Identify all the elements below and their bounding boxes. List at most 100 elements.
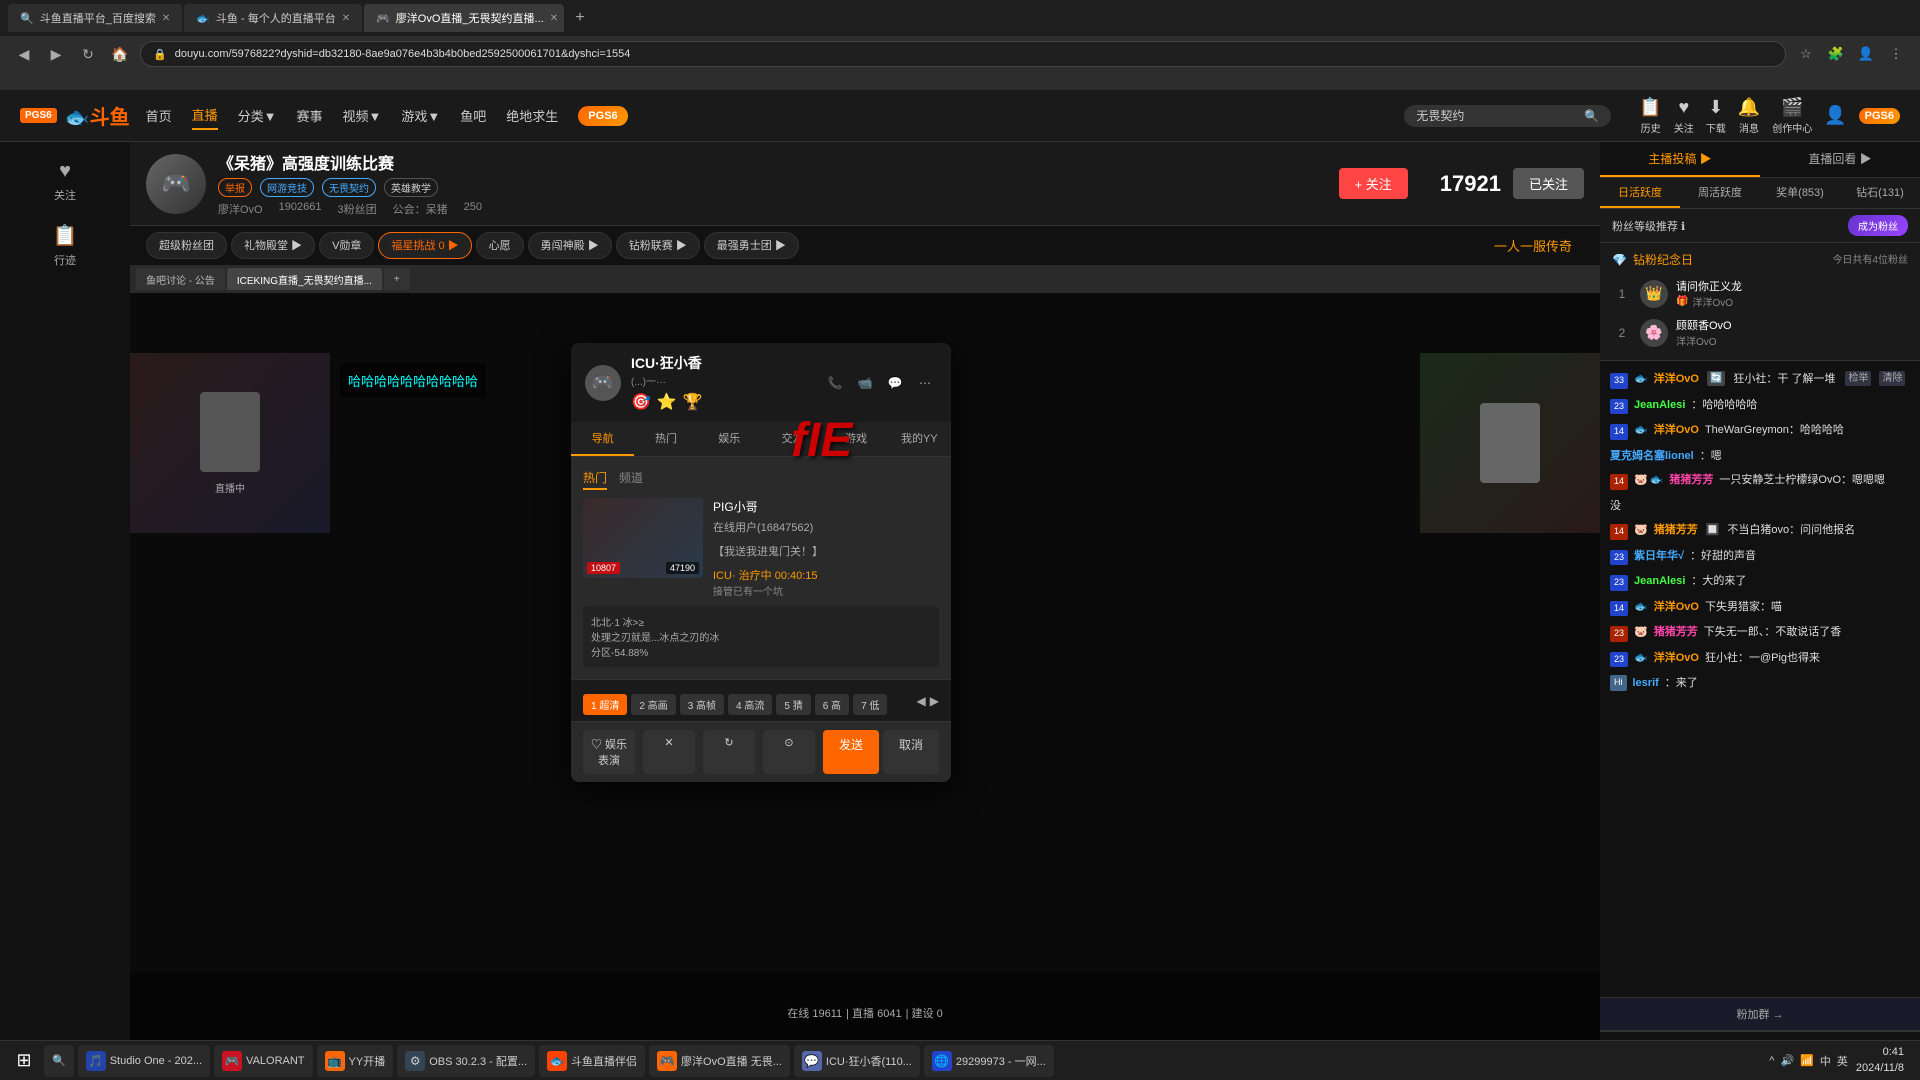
fan-tab-4[interactable]: 心愿 xyxy=(476,232,524,259)
search-input[interactable] xyxy=(1416,109,1576,123)
chat-tab-replay[interactable]: 直播回看 ▶ xyxy=(1760,142,1920,177)
msg-user-14-2[interactable]: 猪猪芳芳 xyxy=(1669,472,1713,489)
home-button[interactable]: 🏠 xyxy=(108,42,132,66)
popup-tab-hot[interactable]: 热门 xyxy=(583,469,607,490)
history-btn[interactable]: 📋 历史 xyxy=(1639,97,1661,135)
sidebar-follow[interactable]: ♥ 关注 xyxy=(0,150,130,213)
user-avatar-header[interactable]: 👤 xyxy=(1824,105,1846,126)
message-btn[interactable]: 🔔 消息 xyxy=(1738,97,1760,135)
nav-fishbar[interactable]: 鱼吧 xyxy=(460,102,486,129)
msg-user-23-3[interactable]: JeanAlesi xyxy=(1634,573,1685,590)
profile-icon[interactable]: 👤 xyxy=(1854,42,1878,66)
msg-clear-btn[interactable]: 清除 xyxy=(1879,371,1905,386)
nav-game[interactable]: 游戏▼ xyxy=(401,102,440,129)
nav-match[interactable]: 赛事 xyxy=(297,102,323,129)
tab-2[interactable]: 🎮 廖洋OvO直播_无畏契约直播... ✕ xyxy=(364,4,564,32)
tag-education[interactable]: 英雄教学 xyxy=(384,178,438,197)
fan-tab-3[interactable]: 福星挑战 0 ▶ xyxy=(378,232,471,259)
sidebar-history[interactable]: 📋 行迹 xyxy=(0,213,130,278)
msg-report-btn[interactable]: 检举 xyxy=(1845,371,1871,386)
fan-tab-2[interactable]: V勋章 xyxy=(319,232,374,259)
activity-tab-daily[interactable]: 日活跃度 xyxy=(1600,178,1680,208)
msg-user-14-4[interactable]: 洋洋OvO xyxy=(1654,599,1699,616)
quality-btn-1[interactable]: 1 超清 xyxy=(583,694,627,715)
tag-game[interactable]: 网游竞技 xyxy=(260,178,314,197)
extensions-icon[interactable]: 🧩 xyxy=(1824,42,1848,66)
become-fan-btn[interactable]: 成为粉丝 xyxy=(1848,215,1908,236)
nested-tab-new[interactable]: + xyxy=(384,268,410,290)
msg-user-hi[interactable]: lesrif xyxy=(1633,675,1659,692)
tab-close-1[interactable]: ✕ xyxy=(342,13,350,24)
fan-name-1[interactable]: 请问你正义龙 xyxy=(1676,278,1742,294)
nav-live[interactable]: 直播 xyxy=(192,101,218,130)
popup-phone-icon[interactable]: 📞 xyxy=(823,371,847,395)
start-button[interactable]: ⊞ xyxy=(8,1045,40,1077)
msg-user-23-1[interactable]: JeanAlesi xyxy=(1634,397,1685,414)
popup-send-btn[interactable]: 发送 xyxy=(823,730,879,774)
taskbar-liao[interactable]: 🎮 廖洋OvO直播 无畏... xyxy=(649,1045,790,1077)
popup-nav-home[interactable]: 导航 xyxy=(571,422,634,456)
join-fans-banner[interactable]: 粉加群 → xyxy=(1600,997,1920,1031)
new-tab-button[interactable]: + xyxy=(566,4,594,32)
taskbar-29[interactable]: 🌐 29299973 - 一网... xyxy=(924,1045,1054,1077)
tray-lang-en[interactable]: 英 xyxy=(1837,1053,1848,1069)
fan-name-2[interactable]: 顾颐香OvO xyxy=(1676,317,1732,333)
popup-settings-btn[interactable]: ⊙ xyxy=(763,730,815,774)
search-icon[interactable]: 🔍 xyxy=(1584,109,1599,123)
subscribed-button[interactable]: 已关注 xyxy=(1513,168,1584,199)
fan-tab-0[interactable]: 超级粉丝团 xyxy=(146,232,227,259)
reload-button[interactable]: ↻ xyxy=(76,42,100,66)
tray-speaker[interactable]: 🔊 xyxy=(1780,1054,1794,1067)
pgs6-header-badge[interactable]: PGS6 xyxy=(1859,108,1900,124)
quality-btn-7[interactable]: 7 低 xyxy=(853,694,887,715)
follow-btn-header[interactable]: ♥ 关注 xyxy=(1674,97,1694,135)
taskbar-yy[interactable]: 📺 YY开播 xyxy=(317,1045,394,1077)
popup-ent-btn[interactable]: ♡ 娱乐表演 xyxy=(583,730,635,774)
popup-nav-ent[interactable]: 娱乐 xyxy=(698,422,761,456)
tag-category[interactable]: 举报 xyxy=(218,178,252,197)
nav-home[interactable]: 首页 xyxy=(146,102,172,129)
tray-lang-zh[interactable]: 中 xyxy=(1820,1053,1831,1069)
popup-video-icon[interactable]: 📹 xyxy=(853,371,877,395)
tab-close-2[interactable]: ✕ xyxy=(550,13,558,24)
quality-btn-2[interactable]: 2 高画 xyxy=(631,694,675,715)
msg-user-33[interactable]: 洋洋OvO xyxy=(1654,371,1699,388)
pgs6-nav-badge[interactable]: PGS6 xyxy=(578,106,627,126)
popup-msg-icon[interactable]: 💬 xyxy=(883,371,907,395)
taskbar-valorant[interactable]: 🎮 VALORANT xyxy=(214,1045,312,1077)
forward-button[interactable]: ▶ xyxy=(44,42,68,66)
msg-user-14-3[interactable]: 猪猪芳芳 xyxy=(1654,522,1698,539)
fan-tab-6[interactable]: 钻粉联赛 ▶ xyxy=(616,232,700,259)
fan-tab-1[interactable]: 礼物殿堂 ▶ xyxy=(231,232,315,259)
popup-nav-myYY[interactable]: 我的YY xyxy=(888,422,951,456)
popup-close-btn[interactable]: ✕ xyxy=(643,730,695,774)
quality-next[interactable]: ▶ xyxy=(930,694,939,715)
quality-btn-4[interactable]: 4 高流 xyxy=(728,694,772,715)
msg-user-23-5[interactable]: 洋洋OvO xyxy=(1654,650,1699,667)
tray-chevron[interactable]: ^ xyxy=(1769,1055,1774,1067)
star-icon[interactable]: ☆ xyxy=(1794,42,1818,66)
msg-user-14-1[interactable]: 洋洋OvO xyxy=(1654,422,1699,439)
menu-icon[interactable]: ⋮ xyxy=(1884,42,1908,66)
nested-tab-1[interactable]: ICEKING直播_无畏契约直播... xyxy=(227,268,382,290)
popup-more-icon[interactable]: ⋯ xyxy=(913,371,937,395)
msg-user-23-4[interactable]: 猪猪芳芳 xyxy=(1654,624,1698,641)
taskbar-obs[interactable]: ⚙ OBS 30.2.3 - 配置... xyxy=(397,1045,535,1077)
fan-tab-5[interactable]: 勇闯神殿 ▶ xyxy=(528,232,612,259)
tab-close-0[interactable]: ✕ xyxy=(162,13,170,24)
nested-tab-0[interactable]: 鱼吧讨论 - 公告 xyxy=(136,268,225,290)
nav-pubg[interactable]: 绝地求生 xyxy=(506,102,558,129)
quality-btn-6[interactable]: 6 高 xyxy=(815,694,849,715)
site-logo[interactable]: 🐟斗鱼 xyxy=(65,101,130,130)
quality-btn-3[interactable]: 3 高帧 xyxy=(680,694,724,715)
taskbar-douyu[interactable]: 🐟 斗鱼直播伴侣 xyxy=(539,1045,645,1077)
quality-btn-5[interactable]: 5 猜 xyxy=(776,694,810,715)
taskbar-studio[interactable]: 🎵 Studio One - 202... xyxy=(78,1045,210,1077)
follow-button[interactable]: + 关注 xyxy=(1339,168,1408,199)
tab-1[interactable]: 🐟 斗鱼 - 每个人的直播平台 ✕ xyxy=(184,4,362,32)
taskbar-search[interactable]: 🔍 xyxy=(44,1045,74,1077)
activity-tab-diamond[interactable]: 钻石(131) xyxy=(1840,178,1920,208)
tab-0[interactable]: 🔍 斗鱼直播平台_百度搜索 ✕ xyxy=(8,4,182,32)
taskbar-icu[interactable]: 💬 ICU·狂小香(110... xyxy=(794,1045,920,1077)
msg-user-23-2[interactable]: 紫日年华√ xyxy=(1634,548,1684,565)
